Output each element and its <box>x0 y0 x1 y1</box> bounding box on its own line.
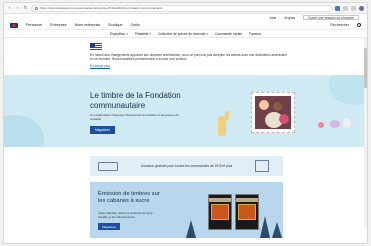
address-bar[interactable]: https://www.canadapost-postescanada.ca/b… <box>31 4 332 12</box>
hero-subtitle: Une belle façon d'appuyer directement le… <box>90 113 179 121</box>
can-label <box>211 204 229 220</box>
browser-toolbar: ‹ › ↻ https://www.canadapost-postescanad… <box>4 3 367 14</box>
nav-entreprise[interactable]: Entreprise <box>50 23 66 27</box>
subnav-faveurs[interactable]: Faveurs <box>249 32 261 36</box>
can-band <box>209 198 231 202</box>
free-shipping-text: Livraison gratuite pour toutes les comma… <box>140 164 233 168</box>
notice-learn-more-link[interactable]: En savoir plus <box>90 64 290 68</box>
menu-icon[interactable] <box>351 5 356 11</box>
us-flag-icon <box>90 43 102 50</box>
subnav-label: Collection de pièces de monnaie <box>157 31 206 36</box>
shop-subnav: Expédition▾ Philatélie▾ Collection de pi… <box>4 30 367 38</box>
maple-syrup-can-image <box>235 194 259 230</box>
chevron-down-icon: ▾ <box>206 31 208 36</box>
search-label[interactable]: Rechercher <box>330 23 349 27</box>
profile-avatar[interactable] <box>359 5 364 11</box>
maple-syrup-can-image <box>208 194 232 230</box>
stamp-figure <box>273 102 282 111</box>
utility-bar: Aide Anglais Ouvrir une session ou s'ins… <box>4 14 367 21</box>
hero-shop-button[interactable]: Magasiner <box>90 126 115 134</box>
chevron-down-icon: ▾ <box>149 31 151 36</box>
scrollbar-thumb[interactable] <box>364 48 367 88</box>
can-label <box>238 204 256 220</box>
sugar-shack-shop-button[interactable]: Magasiner <box>98 223 121 230</box>
page-scrollbar[interactable] <box>364 38 367 228</box>
truck-icon <box>98 162 118 171</box>
community-foundation-stamp-image <box>251 92 295 133</box>
browser-window: ‹ › ↻ https://www.canadapost-postescanad… <box>3 2 368 244</box>
forward-icon[interactable]: › <box>15 5 20 11</box>
sugar-shack-subtitle: Cette collection ravira les amateurs de … <box>98 211 153 219</box>
canada-post-logo[interactable] <box>10 22 18 28</box>
subnav-pieces[interactable]: Collection de pièces de monnaie▾ <box>158 32 208 36</box>
nav-boutique[interactable]: Boutique <box>108 23 122 27</box>
reload-icon[interactable]: ↻ <box>23 5 28 11</box>
sugar-shack-title: Émission de timbres sur les cabanes à su… <box>98 191 160 204</box>
flower-illustration <box>343 118 351 128</box>
hero-title: Le timbre de la Fondation communautaire <box>90 91 181 110</box>
hero-banner: Le timbre de la Fondation communautaire … <box>4 75 367 147</box>
us-shipping-notice: En raison des changements apportés aux d… <box>90 43 290 68</box>
bookmark-icon[interactable] <box>343 5 348 11</box>
heart-illustration <box>318 122 324 128</box>
nav-outils[interactable]: Outils <box>131 23 140 27</box>
hero-decoration <box>329 75 367 105</box>
stamp-figure <box>259 100 269 110</box>
subnav-philatelie[interactable]: Philatélie▾ <box>135 32 151 36</box>
tree-illustration <box>186 220 196 238</box>
lock-icon <box>35 6 38 10</box>
chevron-down-icon: ▾ <box>126 31 128 36</box>
notice-text: En raison des changements apportés aux d… <box>90 53 288 62</box>
subnav-commande-rapide[interactable]: Commande rapide <box>215 32 242 36</box>
nav-notre-entreprise[interactable]: Notre entreprise <box>75 23 101 27</box>
subnav-label: Philatélie <box>134 31 149 36</box>
help-link[interactable]: Aide <box>270 16 277 20</box>
house-icon <box>255 160 269 172</box>
subnav-expedition[interactable]: Expédition▾ <box>110 32 128 36</box>
sugar-shack-banner: Émission de timbres sur les cabanes à su… <box>90 182 283 238</box>
url-text: https://www.canadapost-postescanada.ca/b… <box>40 6 163 10</box>
stamp-figure <box>279 114 289 124</box>
signin-button[interactable]: Ouvrir une session ou s'inscrire <box>303 15 359 20</box>
subnav-label: Expédition <box>109 31 126 36</box>
site-header: Personnel Entreprise Notre entreprise Bo… <box>4 21 367 30</box>
hero-decoration <box>4 115 44 147</box>
free-shipping-banner: Livraison gratuite pour toutes les comma… <box>90 156 283 176</box>
nav-personnel[interactable]: Personnel <box>26 23 42 27</box>
search-icon[interactable] <box>357 23 361 27</box>
can-band <box>236 198 258 202</box>
flower-illustration <box>330 120 340 128</box>
bunny-illustration <box>225 111 229 120</box>
stamp-artwork <box>255 96 291 129</box>
tree-illustration <box>272 222 282 238</box>
tree-illustration <box>260 216 270 238</box>
language-link[interactable]: Anglais <box>284 16 295 20</box>
extension-icon[interactable] <box>335 5 340 11</box>
back-icon[interactable]: ‹ <box>7 5 12 11</box>
screen-frame: ‹ › ↻ https://www.canadapost-postescanad… <box>0 0 371 246</box>
